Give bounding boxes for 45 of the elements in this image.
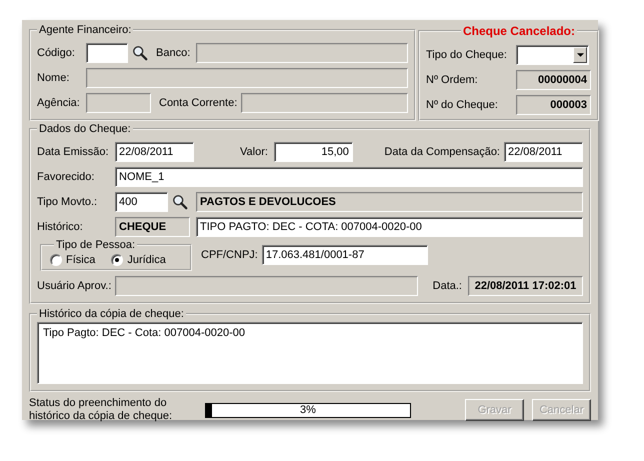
date-field[interactable]: 22/08/2011 bbox=[504, 142, 583, 162]
field-label: Conta Corrente: bbox=[159, 96, 238, 108]
group-title: Tipo de Pessoa: bbox=[55, 239, 136, 251]
group-title: Histórico da cópia de cheque: bbox=[38, 308, 185, 320]
tipo-movto-field[interactable]: 400 bbox=[115, 192, 168, 212]
field-label: Tipo Movto.: bbox=[37, 196, 98, 208]
caret-icon bbox=[576, 52, 584, 56]
tipo-movto-description: PAGTOS E DEVOLUCOES bbox=[196, 192, 583, 212]
field-label: Nome: bbox=[37, 72, 70, 84]
field-label: Nº do Cheque: bbox=[426, 98, 499, 110]
field-label: Usuário Aprov.: bbox=[37, 280, 112, 292]
numero-cheque-field: 000003 bbox=[516, 94, 591, 114]
field-label: Favorecido: bbox=[37, 170, 96, 182]
group-title: Dados do Cheque: bbox=[38, 123, 132, 135]
field-label: Data.: bbox=[432, 280, 462, 292]
radio-option[interactable]: Física bbox=[50, 254, 96, 266]
cancelled-title: Cheque Cancelado: bbox=[462, 24, 576, 38]
field-label: Nº Ordem: bbox=[426, 74, 479, 86]
numero-ordem-field: 00000004 bbox=[516, 70, 591, 90]
tipo-cheque-dropdown[interactable] bbox=[516, 44, 589, 64]
valor-field[interactable]: 15,00 bbox=[274, 142, 353, 162]
field-label: Data da Compensação: bbox=[384, 146, 500, 158]
group-title: Agente Financeiro: bbox=[38, 24, 132, 36]
field-label: Código: bbox=[37, 46, 76, 58]
memo-text: Tipo Pagto: DEC - Cota: 007004-0020-00 bbox=[43, 327, 245, 339]
search-icon[interactable] bbox=[172, 194, 188, 210]
status-label: Status do preenchimento do histórico da cópia de cheque: bbox=[29, 397, 174, 423]
historico-text-area[interactable]: Tipo Pagto: DEC - Cota: 007004-0020-00 bbox=[37, 322, 583, 384]
field-label: Valor: bbox=[240, 146, 268, 158]
date-field[interactable]: 22/08/2011 bbox=[115, 142, 194, 162]
field-label: Banco: bbox=[156, 46, 190, 58]
field-label: Data Emissão: bbox=[37, 146, 110, 158]
codigo-field[interactable] bbox=[86, 42, 128, 62]
radio-option[interactable]: Jurídica bbox=[111, 254, 166, 266]
field-label: Tipo do Cheque: bbox=[426, 48, 508, 60]
favorecido-field[interactable]: NOME_1 bbox=[115, 166, 583, 186]
field-label: Agência: bbox=[37, 96, 81, 108]
historico-code-field: CHEQUE bbox=[115, 216, 190, 236]
historico-field[interactable]: TIPO PAGTO: DEC - COTA: 007004-0020-00 bbox=[196, 216, 583, 236]
data-field: 22/08/2011 17:02:01 bbox=[468, 276, 583, 296]
field-label: Histórico: bbox=[37, 220, 84, 232]
search-icon[interactable] bbox=[132, 44, 148, 60]
progress-reading: 3% bbox=[299, 404, 317, 416]
field-label: CPF/CNPJ: bbox=[201, 249, 258, 261]
cpf-cnpj-field[interactable]: 17.063.481/0001-87 bbox=[262, 245, 428, 265]
